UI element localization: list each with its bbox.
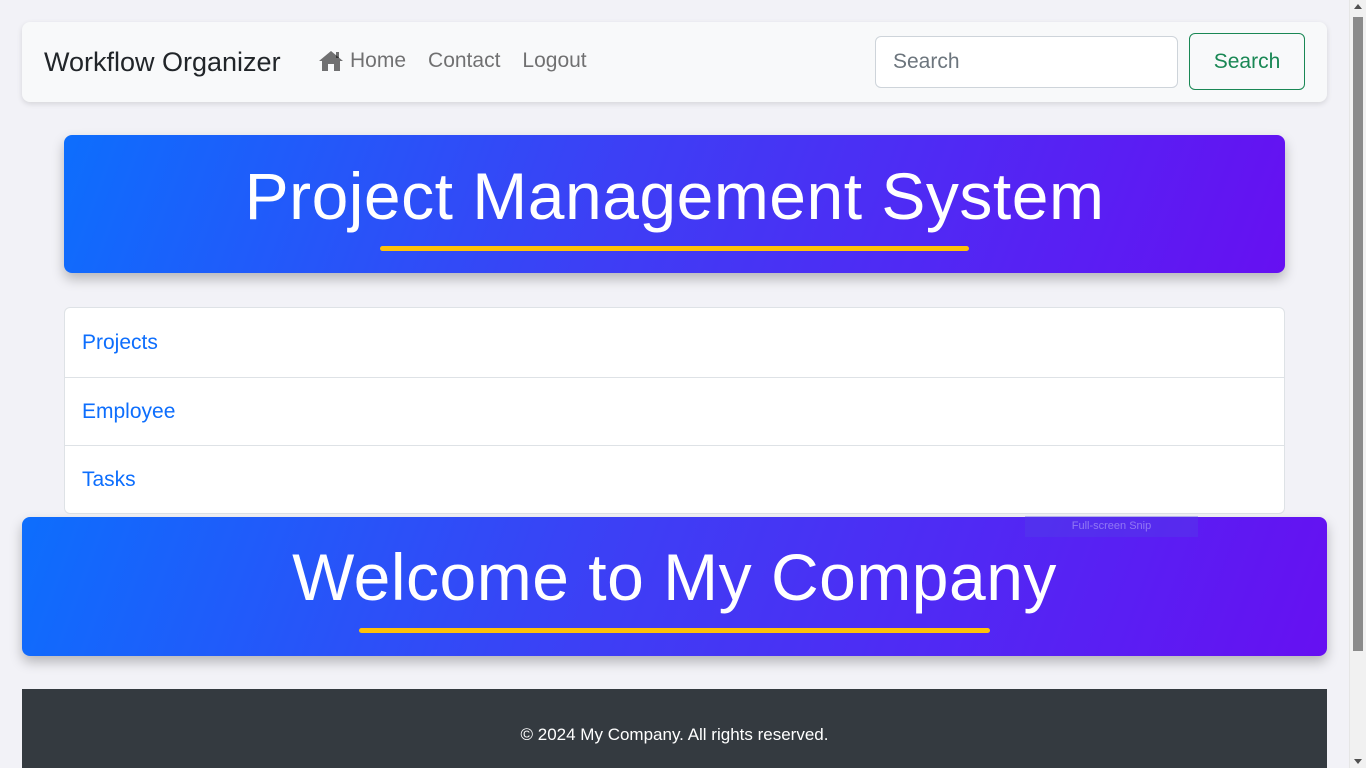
employee-link[interactable]: Employee <box>82 399 175 425</box>
projects-link[interactable]: Projects <box>82 330 158 356</box>
home-icon <box>319 51 343 71</box>
nav-link-home[interactable]: Home <box>318 48 406 74</box>
tasks-link[interactable]: Tasks <box>82 467 136 493</box>
page-footer: © 2024 My Company. All rights reserved. <box>22 689 1327 768</box>
top-navbar: Workflow Organizer Home Contact Logout S… <box>22 22 1327 102</box>
brand-link[interactable]: Workflow Organizer <box>44 45 281 79</box>
title-underline <box>380 246 969 251</box>
nav-link-contact[interactable]: Contact <box>428 48 500 74</box>
hero-banner-welcome: Welcome to My Company <box>22 517 1327 656</box>
list-item-projects: Projects <box>64 307 1285 378</box>
footer-copyright: © 2024 My Company. All rights reserved. <box>520 725 829 744</box>
list-item-employee: Employee <box>64 377 1285 446</box>
vertical-scrollbar[interactable] <box>1349 0 1366 768</box>
scroll-down-arrow-icon[interactable] <box>1354 759 1362 764</box>
list-item-tasks: Tasks <box>64 445 1285 514</box>
snip-tooltip: Full-screen Snip <box>1025 516 1198 537</box>
search-button[interactable]: Search <box>1189 33 1305 90</box>
page-title: Project Management System <box>244 159 1105 233</box>
welcome-heading: Welcome to My Company <box>292 540 1057 614</box>
scroll-up-arrow-icon[interactable] <box>1354 4 1362 9</box>
hero-banner-top: Project Management System <box>64 135 1285 273</box>
nav-link-home-label: Home <box>350 49 407 72</box>
nav-link-logout[interactable]: Logout <box>522 48 586 74</box>
menu-list: Projects Employee Tasks <box>64 307 1285 514</box>
scrollbar-thumb[interactable] <box>1353 17 1363 651</box>
welcome-underline <box>359 628 990 633</box>
search-input[interactable] <box>875 36 1178 88</box>
nav-links: Home Contact Logout <box>318 48 609 74</box>
